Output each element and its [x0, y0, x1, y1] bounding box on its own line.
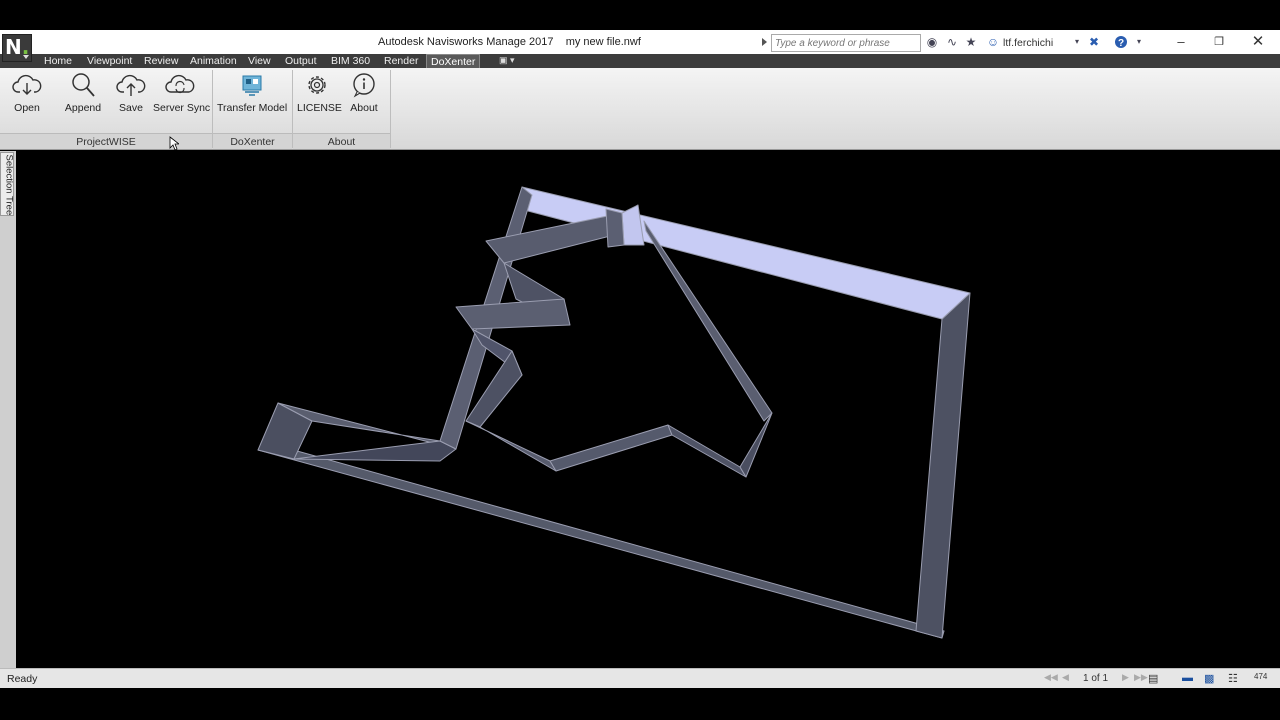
group-divider [390, 70, 391, 148]
exchange-apps-icon[interactable]: ✖ [1087, 35, 1101, 49]
selection-tree-label: Selection Tree [3, 154, 15, 216]
tab-review[interactable]: Review [142, 54, 180, 68]
transfer-model-icon [242, 75, 262, 96]
wall-inner-bottom3 [667, 424, 747, 478]
group-divider [212, 70, 213, 148]
cloud-upload-icon [116, 74, 146, 96]
cloud-download-icon [12, 74, 42, 95]
tab-viewpoint[interactable]: Viewpoint [85, 54, 134, 68]
user-icon[interactable]: ☺ [986, 35, 1000, 49]
about-label: About [350, 102, 378, 114]
group-label-projectwise: ProjectWISE [0, 133, 212, 149]
mouse-cursor-icon [169, 136, 179, 151]
minimize-button[interactable]: – [1166, 32, 1196, 52]
ribbon-options-icon[interactable]: ▣ ▾ [499, 55, 515, 66]
wall-column-side [605, 208, 625, 248]
help-icon[interactable]: ? [1114, 35, 1128, 49]
close-button[interactable]: ✕ [1243, 32, 1273, 52]
restore-button[interactable]: ❐ [1204, 32, 1234, 52]
license-label: LICENSE [297, 102, 342, 114]
append-label: Append [64, 102, 102, 114]
application-menu-button[interactable]: N. [2, 34, 32, 62]
license-button[interactable]: LICENSE [297, 72, 342, 114]
memory-value: 474 [1254, 672, 1268, 681]
save-button[interactable]: Save [114, 72, 148, 114]
last-page-icon[interactable]: ▶▶ [1134, 672, 1148, 683]
selection-tree-tab[interactable]: Selection Tree [0, 152, 15, 216]
tab-bim360[interactable]: BIM 360 [329, 54, 372, 68]
wall-south [257, 443, 945, 639]
status-text: Ready [7, 673, 38, 685]
navisworks-window: N. Autodesk Navisworks Manage 2017 my ne… [0, 0, 1280, 720]
side-dock-strip [0, 151, 16, 668]
about-button[interactable]: About [345, 72, 383, 114]
gear-icon [308, 76, 326, 94]
disk-icon[interactable]: ▩ [1204, 672, 1214, 685]
search-expand-icon[interactable] [762, 38, 767, 46]
user-name[interactable]: ltf.ferchichi [1003, 37, 1053, 49]
chevron-down-icon[interactable]: ▾ [1132, 35, 1146, 49]
page-indicator: 1 of 1 [1083, 673, 1109, 684]
next-page-icon[interactable]: ▶ [1122, 672, 1129, 683]
wall-inner-bottom2 [549, 424, 673, 472]
group-divider [292, 70, 293, 148]
transfer-model-label: Transfer Model [217, 102, 288, 114]
append-button[interactable]: Append [63, 72, 103, 114]
wall-zigzag-1 [485, 212, 623, 264]
open-label: Open [14, 102, 40, 114]
tab-render[interactable]: Render [382, 54, 420, 68]
prev-page-icon[interactable]: ◀ [1062, 672, 1069, 683]
star-icon[interactable]: ★ [964, 35, 978, 49]
model-view[interactable] [16, 151, 1280, 668]
wall-east [915, 292, 971, 639]
cloud-sync-icon [165, 74, 195, 94]
magnifier-icon [72, 73, 95, 97]
tab-view[interactable]: View [246, 54, 273, 68]
wall-zigzag-3 [455, 298, 571, 330]
subscription-icon[interactable]: ∿ [945, 35, 959, 49]
tab-home[interactable]: Home [42, 54, 74, 68]
wall-inner-right [739, 412, 773, 478]
wall-entrance-face [293, 440, 457, 462]
performance-pencil-icon[interactable]: ▬ [1182, 672, 1193, 684]
web-server-icon[interactable]: ☷ [1228, 672, 1238, 685]
save-label: Save [119, 102, 143, 114]
transfer-model-button[interactable]: Transfer Model [217, 72, 287, 114]
sheet-browser-icon[interactable]: ▤ [1148, 672, 1158, 685]
server-sync-button[interactable]: Server Sync [153, 72, 211, 114]
server-sync-label: Server Sync [153, 102, 211, 114]
chevron-down-icon[interactable]: ▾ [1070, 35, 1084, 49]
search-input[interactable]: Type a keyword or phrase [771, 34, 921, 52]
open-button[interactable]: Open [10, 72, 44, 114]
info-icon [353, 73, 375, 98]
tab-output[interactable]: Output [283, 54, 319, 68]
tab-doxenter[interactable]: DoXenter [426, 54, 481, 68]
chevron-down-icon [23, 55, 29, 59]
group-label-doxenter: DoXenter [213, 133, 292, 149]
svg-text:?: ? [1118, 38, 1124, 49]
first-page-icon[interactable]: ◀◀ [1044, 672, 1058, 683]
wall-north-top [521, 186, 971, 320]
3d-viewport[interactable] [16, 151, 1280, 668]
tab-animation[interactable]: Animation [188, 54, 239, 68]
window-title: Autodesk Navisworks Manage 2017 my new f… [378, 36, 641, 48]
group-label-about: About [293, 133, 390, 149]
wall-inner-bottom [465, 420, 557, 472]
wall-column [621, 204, 645, 246]
binoculars-icon[interactable]: ◉ [925, 35, 939, 49]
